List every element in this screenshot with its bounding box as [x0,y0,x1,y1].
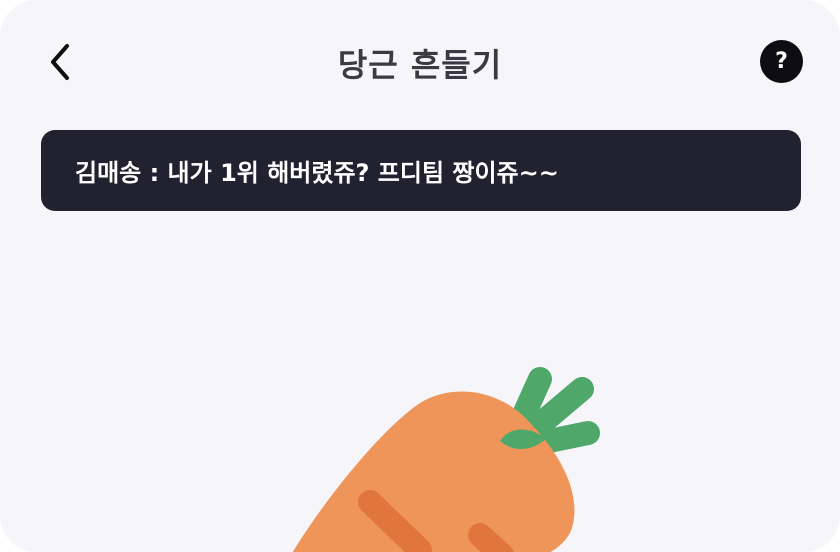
question-mark-icon: ? [775,49,788,74]
page-title: 당근 흔들기 [337,46,503,84]
top-bar: 당근 흔들기 ? [0,0,840,124]
help-button[interactable]: ? [760,40,803,83]
banner-message: 김매송 : 내가 1위 해버렸쥬? 프디팀 짱이쥬~~ [75,159,559,187]
message-banner: 김매송 : 내가 1위 해버렸쥬? 프디팀 짱이쥬~~ [41,130,801,211]
shake-carrot-screen: 당근 흔들기 ? 김매송 : 내가 1위 해버렸쥬? 프디팀 짱이쥬~~ [0,0,840,552]
carrot-illustration[interactable] [270,355,630,552]
